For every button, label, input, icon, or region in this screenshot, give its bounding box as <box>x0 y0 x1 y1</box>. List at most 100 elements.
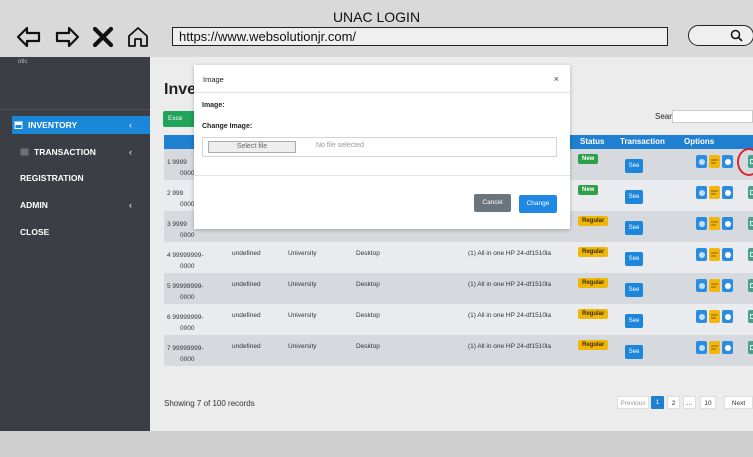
row-owner: undefined <box>232 250 261 257</box>
home-icon[interactable] <box>126 24 150 50</box>
image-icon <box>749 314 753 319</box>
edit-icon <box>711 314 718 319</box>
pagination-page-2[interactable]: 2 <box>667 396 680 409</box>
row-location: University <box>288 343 317 350</box>
modal-close-icon[interactable]: × <box>554 74 559 84</box>
image-button[interactable] <box>748 217 753 230</box>
file-input[interactable]: Select file No file selected <box>202 137 557 157</box>
sidebar-item-label: CLOSE <box>20 227 50 237</box>
view-button[interactable] <box>696 186 707 199</box>
browser-chrome: UNAC LOGIN https://www.websolutionjr.com… <box>0 0 753 57</box>
image-button[interactable] <box>748 248 753 261</box>
see-transaction-button[interactable]: See <box>625 283 643 297</box>
view-button[interactable] <box>696 310 707 323</box>
view-button[interactable] <box>696 248 707 261</box>
records-count: Showing 7 of 100 records <box>164 399 255 408</box>
sidebar-divider <box>0 109 150 110</box>
comment-icon <box>724 344 731 351</box>
edit-button[interactable] <box>709 248 720 261</box>
sidebar-item-admin[interactable]: ADMIN ‹ <box>0 196 150 214</box>
row-location: University <box>288 312 317 319</box>
modal-divider <box>194 92 570 93</box>
view-button[interactable] <box>696 341 707 354</box>
select-file-button[interactable]: Select file <box>208 141 296 153</box>
comment-button[interactable] <box>722 217 733 230</box>
comment-button[interactable] <box>722 341 733 354</box>
image-button[interactable] <box>748 310 753 323</box>
image-icon <box>749 190 753 195</box>
browser-search-button[interactable] <box>688 25 753 46</box>
edit-button[interactable] <box>709 310 720 323</box>
comment-icon <box>724 220 731 227</box>
row-description: (1) All in one HP 24-df1510la <box>468 312 551 319</box>
row-owner: undefined <box>232 343 261 350</box>
column-header: Transaction <box>620 137 665 146</box>
view-button[interactable] <box>696 155 707 168</box>
eye-icon <box>698 344 705 351</box>
image-label: Image: <box>202 102 225 109</box>
comment-button[interactable] <box>722 155 733 168</box>
see-transaction-button[interactable]: See <box>625 190 643 204</box>
pagination-previous[interactable]: Previous <box>617 396 649 409</box>
pagination-next[interactable]: Next <box>724 396 753 409</box>
sidebar-item-close[interactable]: CLOSE <box>0 223 150 241</box>
pagination-page-1[interactable]: 1 <box>651 396 664 409</box>
eye-icon <box>698 282 705 289</box>
row-type: Desktop <box>356 250 380 257</box>
edit-button[interactable] <box>709 155 720 168</box>
image-icon <box>749 283 753 288</box>
search-icon <box>730 29 743 42</box>
sidebar-item-inventory[interactable]: INVENTORY ‹ <box>12 116 150 134</box>
chevron-left-icon: ‹ <box>129 147 132 157</box>
status-badge: Regular <box>578 278 609 288</box>
row-id-bottom: 0000 <box>180 263 195 270</box>
back-arrow-icon[interactable] <box>16 24 42 50</box>
see-transaction-button[interactable]: See <box>625 221 643 235</box>
see-transaction-button[interactable]: See <box>625 159 643 173</box>
status-badge: New <box>578 154 599 164</box>
comment-icon <box>724 251 731 258</box>
image-button[interactable] <box>748 341 753 354</box>
sidebar-item-transaction[interactable]: TRANSACTION ‹ <box>0 143 150 161</box>
table-search-input[interactable] <box>672 110 753 123</box>
row-id-bottom: 0000 <box>180 325 195 332</box>
row-type: Desktop <box>356 281 380 288</box>
comment-icon <box>724 313 731 320</box>
row-id-top: 4 99999999- <box>167 252 204 259</box>
cancel-button[interactable]: Cancel <box>474 194 511 212</box>
edit-button[interactable] <box>709 341 720 354</box>
eye-icon <box>698 313 705 320</box>
inventory-icon <box>14 121 23 129</box>
close-icon[interactable] <box>90 24 116 50</box>
see-transaction-button[interactable]: See <box>625 314 643 328</box>
row-id-top: 7 99999999- <box>167 345 204 352</box>
comment-button[interactable] <box>722 310 733 323</box>
sidebar: otic INVENTORY ‹ TRANSACTION ‹ REGISTRAT… <box>0 57 150 431</box>
image-modal: Image × Image: Change Image: Select file… <box>194 65 570 229</box>
change-button[interactable]: Change <box>519 195 557 213</box>
row-id-top: 6 99999999- <box>167 314 204 321</box>
chevron-left-icon: ‹ <box>129 200 132 210</box>
image-button[interactable] <box>748 186 753 199</box>
edit-button[interactable] <box>709 186 720 199</box>
eye-icon <box>698 220 705 227</box>
see-transaction-button[interactable]: See <box>625 252 643 266</box>
forward-arrow-icon[interactable] <box>54 24 80 50</box>
edit-button[interactable] <box>709 279 720 292</box>
view-button[interactable] <box>696 217 707 230</box>
pagination-page-10[interactable]: 10 <box>700 396 716 409</box>
chevron-left-icon: ‹ <box>129 120 132 130</box>
image-button[interactable] <box>748 279 753 292</box>
see-transaction-button[interactable]: See <box>625 345 643 359</box>
table-row: 4 99999999- 0000 undefined University Deskto… <box>164 242 753 273</box>
row-description: (1) All in one HP 24-df1510la <box>468 343 551 350</box>
address-bar[interactable]: https://www.websolutionjr.com/ <box>172 27 668 46</box>
edit-icon <box>711 345 718 350</box>
edit-button[interactable] <box>709 217 720 230</box>
comment-button[interactable] <box>722 186 733 199</box>
view-button[interactable] <box>696 279 707 292</box>
sidebar-item-registration[interactable]: REGISTRATION <box>0 169 150 187</box>
comment-button[interactable] <box>722 248 733 261</box>
comment-button[interactable] <box>722 279 733 292</box>
row-type: Desktop <box>356 312 380 319</box>
